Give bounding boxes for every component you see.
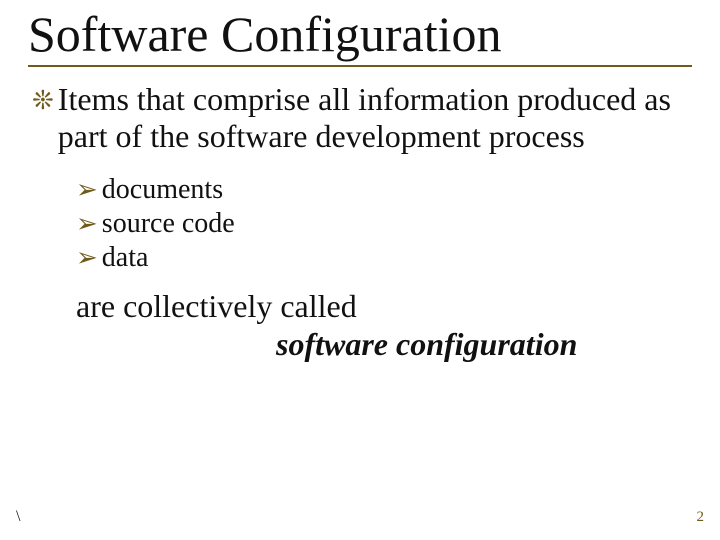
slide-title: Software Configuration <box>28 8 692 61</box>
closing-line: are collectively called <box>76 288 357 324</box>
list-item: ➢ source code <box>76 208 692 240</box>
sub-item-text: data <box>102 242 149 274</box>
arrow-icon: ➢ <box>76 242 98 273</box>
footer-mark: \ <box>16 508 20 526</box>
sub-list: ➢ documents ➢ source code ➢ data <box>76 174 692 274</box>
main-bullet-row: ❊ Items that comprise all information pr… <box>32 81 692 157</box>
list-item: ➢ documents <box>76 174 692 206</box>
arrow-icon: ➢ <box>76 174 98 205</box>
slide: Software Configuration ❊ Items that comp… <box>0 0 720 540</box>
main-bullet-text: Items that comprise all information prod… <box>58 81 692 157</box>
sub-item-text: source code <box>102 208 235 240</box>
closing-block: are collectively called software configu… <box>76 288 692 364</box>
title-underline <box>28 65 692 67</box>
asterisk-icon: ❊ <box>32 85 54 116</box>
arrow-icon: ➢ <box>76 208 98 239</box>
list-item: ➢ data <box>76 242 692 274</box>
closing-emphasis: software configuration <box>276 326 692 364</box>
page-number: 2 <box>697 509 705 526</box>
sub-item-text: documents <box>102 174 223 206</box>
